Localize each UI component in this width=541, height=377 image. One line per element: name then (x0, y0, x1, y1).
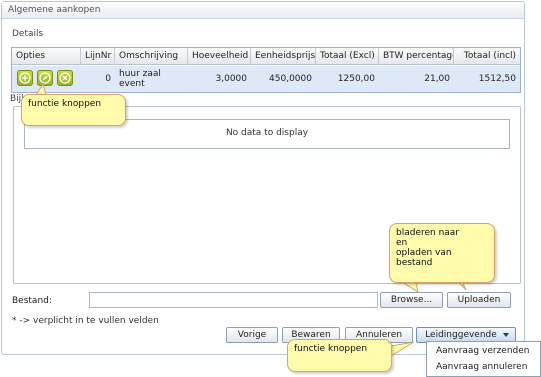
file-input[interactable] (89, 292, 378, 308)
cell-omschrijving: huur zaal event (119, 69, 161, 89)
callout-line: bladeren naar (396, 228, 460, 238)
details-grid: Opties LijnNr Omschrijving Hoeveelheid E… (11, 47, 521, 93)
column-header-totaal-excl[interactable]: Totaal (Excl) (316, 48, 379, 65)
column-header-totaal-incl[interactable]: Totaal (incl) (454, 48, 520, 65)
browse-button[interactable]: Browse... (380, 292, 443, 308)
required-note: * -> verplicht in te vullen velden (12, 316, 159, 326)
cell-btw: 21,00 (424, 74, 450, 84)
dropdown-arrow-icon (503, 333, 509, 337)
callout-line: bestand (396, 258, 433, 268)
callout-bladeren: bladeren naar en opladen van bestand (389, 223, 495, 283)
cell-lijnnr: 0 (105, 74, 111, 84)
column-header-btw-percentage[interactable]: BTW percentage (379, 48, 454, 65)
cancel-button[interactable] (57, 70, 73, 86)
column-header-lijnnr[interactable]: LijnNr (81, 48, 115, 65)
empty-message: No data to display (225, 128, 309, 138)
cell-totaal-excl: 1250,00 (337, 74, 375, 84)
panel-header: Algemene aankopen (2, 2, 524, 19)
add-icon (19, 72, 31, 84)
menu-item-aanvraag-verzenden[interactable]: Aanvraag verzenden (427, 343, 540, 359)
cell-totaal-incl: 1512,50 (478, 74, 516, 84)
callout-functie-knoppen-bottom: functie knoppen (287, 339, 392, 372)
column-header-omschrijving[interactable]: Omschrijving (115, 48, 188, 65)
callout-text: functie knoppen (294, 344, 368, 354)
details-label: Details (12, 29, 44, 39)
table-row[interactable]: 0 huur zaal event 3,0000 450,0000 1250,0… (12, 66, 520, 92)
cell-eenheidsprijs: 450,0000 (269, 74, 312, 84)
callout-line: en (396, 238, 408, 248)
add-button[interactable] (17, 70, 33, 86)
edit-button[interactable] (37, 70, 53, 86)
panel-title: Algemene aankopen (8, 5, 101, 15)
bestand-label: Bestand: (12, 296, 52, 306)
main-panel: Algemene aankopen Details Opties LijnNr … (1, 1, 525, 355)
callout-functie-knoppen: functie knoppen (21, 94, 126, 126)
cancel-icon (59, 72, 71, 84)
column-header-opties[interactable]: Opties (12, 48, 81, 65)
leidinggevende-label: Leidinggevende (425, 330, 497, 340)
callout-line: opladen van (396, 248, 452, 258)
upload-button[interactable]: Uploaden (447, 292, 511, 308)
vorige-button[interactable]: Vorige (226, 327, 278, 343)
column-header-eenheidsprijs[interactable]: Eenheidsprijs (251, 48, 316, 65)
menu-item-aanvraag-annuleren[interactable]: Aanvraag annuleren (427, 359, 540, 375)
column-header-hoeveelheid[interactable]: Hoeveelheid (188, 48, 251, 65)
cell-hoeveelheid: 3,0000 (215, 74, 248, 84)
callout-text: functie knoppen (28, 99, 102, 109)
edit-icon (39, 72, 51, 84)
leidinggevende-menu: Aanvraag verzenden Aanvraag annuleren (426, 341, 541, 377)
